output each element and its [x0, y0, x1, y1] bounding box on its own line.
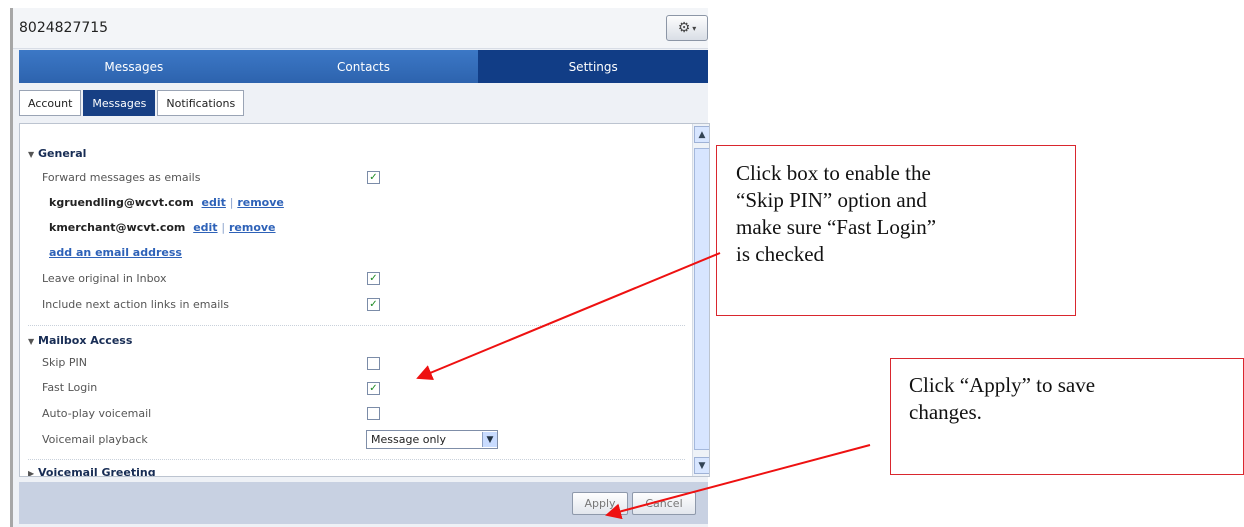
- tab-contacts[interactable]: Contacts: [249, 50, 479, 83]
- remove-email-link[interactable]: remove: [237, 196, 284, 209]
- email-address: kgruendling@wcvt.com: [49, 196, 194, 209]
- tab-messages[interactable]: Messages: [19, 50, 249, 83]
- subtab-notifications[interactable]: Notifications: [157, 90, 245, 116]
- chevron-down-icon: ▼: [482, 432, 497, 447]
- voicemail-greeting-title: Voicemail Greeting: [38, 466, 156, 477]
- voicemail-playback-label: Voicemail playback: [42, 433, 148, 446]
- link-separator: |: [221, 221, 226, 234]
- callout-line: Click box to enable the: [736, 161, 931, 185]
- action-footer: Apply Cancel: [19, 482, 708, 524]
- collapsed-triangle-icon: ▶: [28, 469, 35, 477]
- add-email-link[interactable]: add an email address: [49, 246, 182, 259]
- mailbox-section-title: Mailbox Access: [38, 334, 133, 347]
- cancel-button[interactable]: Cancel: [632, 492, 696, 515]
- autoplay-label: Auto-play voicemail: [42, 407, 152, 420]
- vertical-scrollbar[interactable]: ▲ ▼: [692, 124, 709, 476]
- leave-original-checkbox[interactable]: ✓: [367, 272, 380, 285]
- forward-messages-checkbox[interactable]: ✓: [367, 171, 380, 184]
- selected-playback-value: Message only: [371, 433, 446, 446]
- tab-settings[interactable]: Settings: [478, 50, 709, 83]
- expanded-triangle-icon: ▼: [28, 337, 35, 346]
- callout-line: make sure “Fast Login”: [736, 215, 937, 239]
- skip-pin-checkbox[interactable]: [367, 357, 380, 370]
- forward-messages-label: Forward messages as emails: [42, 171, 201, 184]
- chevron-down-icon: ▾: [692, 23, 697, 33]
- section-divider: [28, 325, 685, 326]
- subtab-messages[interactable]: Messages: [83, 90, 156, 116]
- check-icon: ✓: [369, 172, 378, 183]
- settings-panel: ▼ General Forward messages as emails ✓ kg…: [19, 123, 710, 477]
- check-icon: ✓: [369, 299, 378, 310]
- subtab-account[interactable]: Account: [19, 90, 82, 116]
- include-links-checkbox[interactable]: ✓: [367, 298, 380, 311]
- general-section-title: General: [38, 147, 87, 160]
- callout-line: is checked: [736, 242, 825, 266]
- general-section-header[interactable]: ▼ General: [28, 147, 86, 160]
- scroll-thumb[interactable]: [694, 148, 709, 450]
- voicemail-playback-select[interactable]: Message only ▼: [366, 430, 498, 449]
- add-email-row: add an email address: [49, 246, 182, 259]
- scroll-down-icon[interactable]: ▼: [694, 457, 709, 474]
- check-icon: ✓: [369, 273, 378, 284]
- skip-pin-label: Skip PIN: [42, 356, 87, 369]
- link-separator: |: [229, 196, 234, 209]
- settings-subtabs: Account Messages Notifications: [19, 90, 245, 116]
- email-address: kmerchant@wcvt.com: [49, 221, 186, 234]
- gear-icon: ⚙: [677, 20, 691, 36]
- expanded-triangle-icon: ▼: [28, 150, 35, 159]
- mailbox-section-header[interactable]: ▼ Mailbox Access: [28, 334, 132, 347]
- fast-login-checkbox[interactable]: ✓: [367, 382, 380, 395]
- apply-button[interactable]: Apply: [572, 492, 628, 515]
- include-links-label: Include next action links in emails: [42, 298, 230, 311]
- check-icon: ✓: [369, 383, 378, 394]
- scroll-up-icon[interactable]: ▲: [694, 126, 709, 143]
- fast-login-label: Fast Login: [42, 381, 98, 394]
- title-bar: 8024827715 ⚙ ▾: [13, 8, 708, 49]
- mail-settings-window: 8024827715 ⚙ ▾ Messages Contacts Settings…: [10, 8, 710, 527]
- callout-line: Click “Apply” to save: [909, 373, 1096, 397]
- callout-line: “Skip PIN” option and: [736, 188, 927, 212]
- account-number: 8024827715: [19, 20, 109, 36]
- edit-email-link[interactable]: edit: [202, 196, 226, 209]
- apply-instruction-callout: Click “Apply” to save changes.: [890, 358, 1244, 475]
- callout-line: changes.: [909, 400, 982, 424]
- email-row-2: kmerchant@wcvt.com edit | remove: [49, 221, 276, 234]
- leave-original-label: Leave original in Inbox: [42, 272, 167, 285]
- voicemail-greeting-header[interactable]: ▶ Voicemail Greeting: [28, 466, 156, 477]
- edit-email-link[interactable]: edit: [193, 221, 217, 234]
- main-navigation: Messages Contacts Settings: [19, 50, 709, 83]
- settings-menu-button[interactable]: ⚙ ▾: [666, 15, 708, 41]
- skip-pin-instruction-callout: Click box to enable the “Skip PIN” optio…: [716, 145, 1076, 316]
- autoplay-checkbox[interactable]: [367, 407, 380, 420]
- section-divider: [28, 459, 685, 460]
- email-row-1: kgruendling@wcvt.com edit | remove: [49, 196, 284, 209]
- remove-email-link[interactable]: remove: [229, 221, 276, 234]
